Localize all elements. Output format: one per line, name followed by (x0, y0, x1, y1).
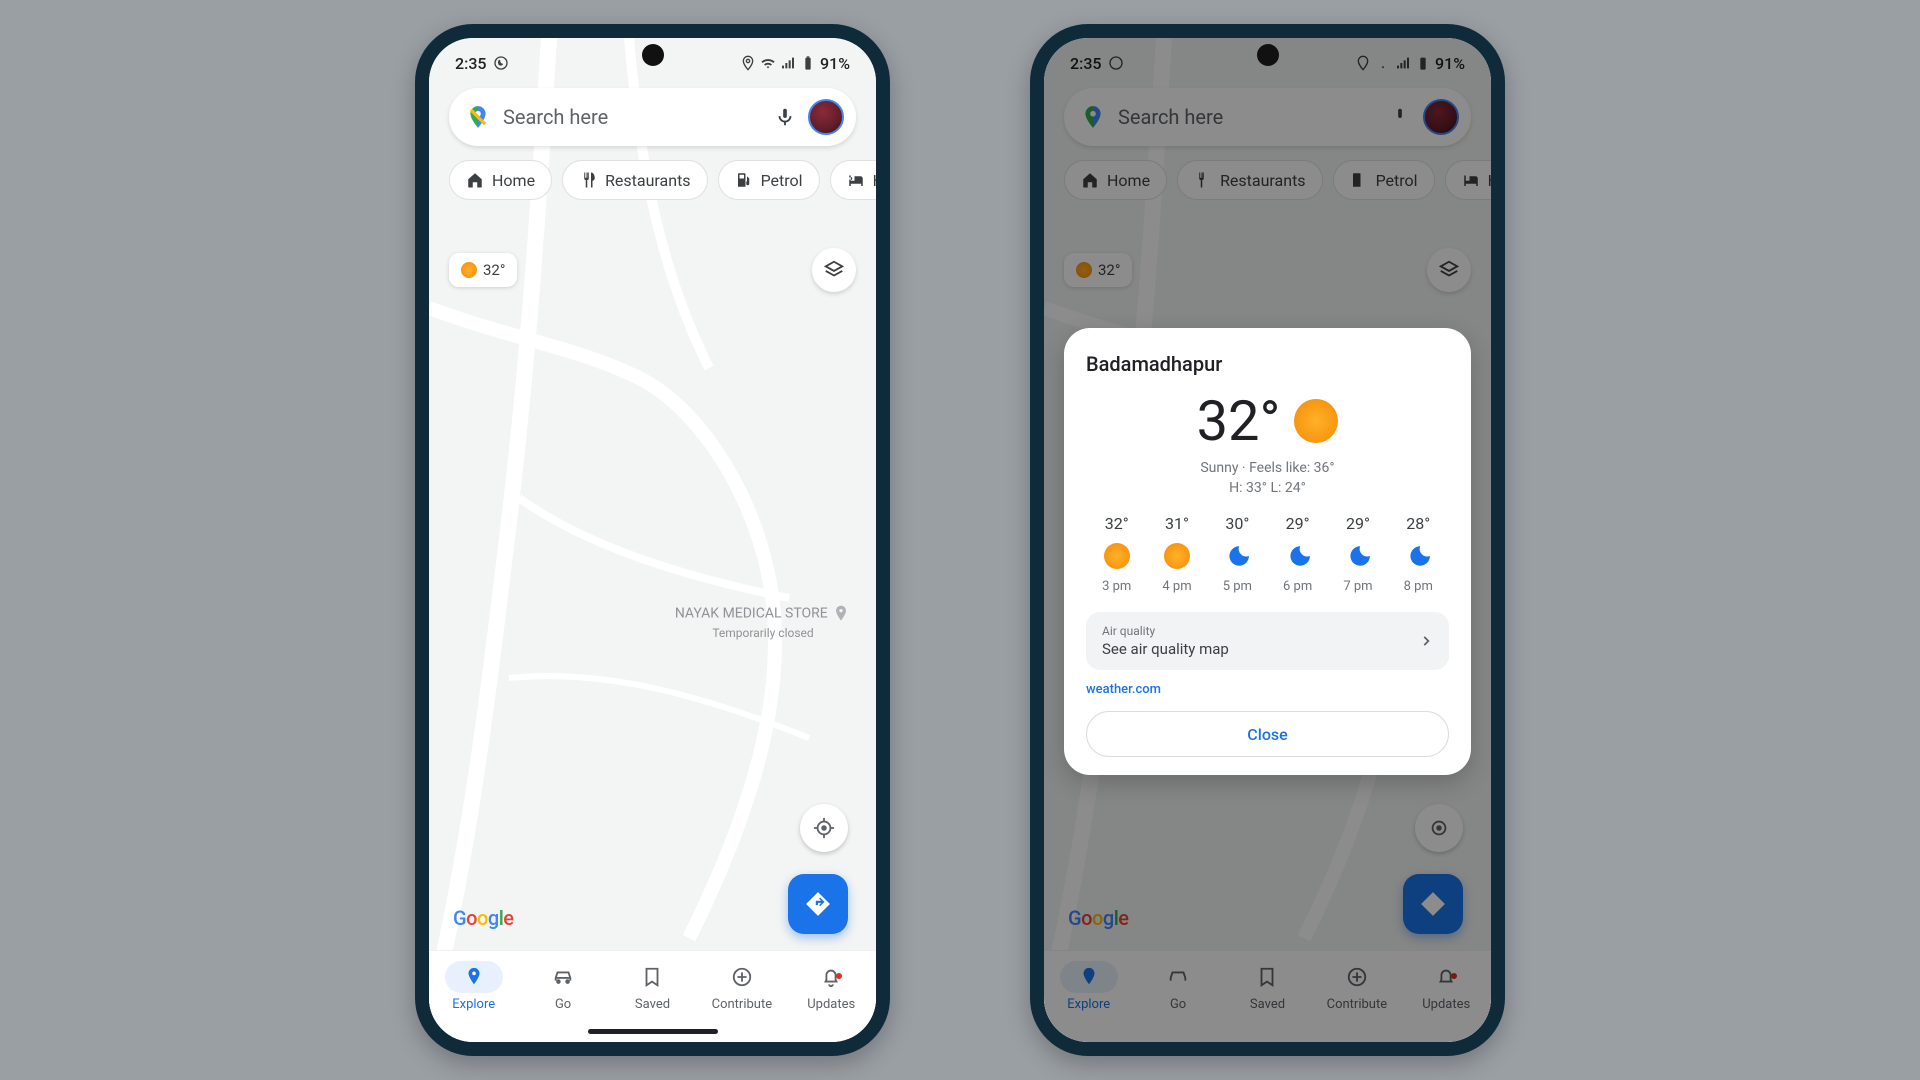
search-bar[interactable]: Search here (449, 88, 856, 146)
google-attribution-logo: Google (453, 906, 514, 930)
bookmark-icon (641, 966, 663, 988)
nav-go-label: Go (555, 997, 571, 1012)
status-time: 2:35 (455, 54, 487, 73)
car-icon (552, 966, 574, 988)
front-camera (642, 44, 664, 66)
front-camera (1257, 44, 1279, 66)
weather-now: 32° (1086, 388, 1449, 454)
hour-forecast: 30°5 pm (1209, 514, 1266, 594)
chip-hotels[interactable]: Hotels (830, 160, 876, 200)
my-location-button[interactable] (800, 804, 848, 852)
signal-icon (780, 55, 796, 71)
gesture-bar (588, 1029, 718, 1034)
phone-right: 2:35 91% Search here Home Restaurants Pe… (1030, 24, 1505, 1056)
nav-go[interactable]: Go (518, 961, 607, 1012)
sun-icon (1104, 543, 1130, 569)
location-icon (740, 55, 756, 71)
air-quality-row[interactable]: Air quality See air quality map (1086, 612, 1449, 670)
whatsapp-icon (493, 55, 509, 71)
status-battery: 91% (820, 54, 850, 73)
hour-forecast: 31°4 pm (1148, 514, 1205, 594)
chip-restaurants[interactable]: Restaurants (562, 160, 708, 200)
weather-source-link[interactable]: weather.com (1086, 682, 1449, 697)
moon-icon (1224, 543, 1250, 569)
hour-forecast: 32°3 pm (1088, 514, 1145, 594)
microphone-icon[interactable] (774, 106, 796, 128)
close-button[interactable]: Close (1086, 711, 1449, 757)
poi-pin-icon (831, 604, 851, 624)
chip-restaurants-label: Restaurants (605, 171, 691, 190)
search-placeholder: Search here (503, 105, 774, 129)
directions-fab[interactable] (788, 874, 848, 934)
crosshair-icon (813, 817, 835, 839)
layers-button[interactable] (812, 248, 856, 292)
nav-updates[interactable]: Updates (787, 961, 876, 1012)
hour-forecast: 28°8 pm (1390, 514, 1447, 594)
chevron-right-icon (1419, 634, 1433, 648)
nav-contribute[interactable]: Contribute (697, 961, 786, 1012)
weather-condition: Sunny · Feels like: 36° (1086, 460, 1449, 476)
chip-home[interactable]: Home (449, 160, 552, 200)
weather-location: Badamadhapur (1086, 352, 1449, 376)
account-avatar[interactable] (808, 99, 844, 135)
plus-circle-icon (731, 966, 753, 988)
category-chip-row: Home Restaurants Petrol Hotels (429, 146, 876, 200)
weather-chip-temp: 32° (483, 261, 505, 279)
nav-updates-label: Updates (807, 997, 855, 1012)
chip-home-label: Home (492, 171, 535, 190)
hourly-forecast-row: 32°3 pm 31°4 pm 30°5 pm 29°6 pm 29°7 pm … (1086, 514, 1449, 594)
moon-icon (1285, 543, 1311, 569)
hour-forecast: 29°6 pm (1269, 514, 1326, 594)
poi-status: Temporarily closed (673, 626, 853, 641)
battery-icon (800, 55, 816, 71)
nav-contribute-label: Contribute (712, 997, 773, 1012)
nav-saved-label: Saved (635, 997, 670, 1012)
restaurant-icon (579, 171, 597, 189)
sun-icon (1294, 399, 1338, 443)
home-icon (466, 171, 484, 189)
petrol-icon (735, 171, 753, 189)
map-poi[interactable]: NAYAK MEDICAL STORE Temporarily closed (673, 604, 853, 641)
chip-petrol-label: Petrol (761, 171, 803, 190)
phone-left: 2:35 91% Search here (415, 24, 890, 1056)
wifi-icon (760, 55, 776, 71)
air-quality-action: See air quality map (1102, 640, 1229, 658)
google-maps-logo-icon (465, 104, 491, 130)
hotel-icon (847, 171, 865, 189)
sun-icon (461, 262, 477, 278)
nav-explore[interactable]: Explore (429, 961, 518, 1012)
weather-card: Badamadhapur 32° Sunny · Feels like: 36°… (1064, 328, 1471, 775)
nav-explore-label: Explore (452, 997, 495, 1012)
moon-icon (1405, 543, 1431, 569)
air-quality-label: Air quality (1102, 624, 1229, 638)
weather-temperature: 32° (1197, 388, 1281, 454)
hour-forecast: 29°7 pm (1329, 514, 1386, 594)
poi-name: NAYAK MEDICAL STORE (675, 606, 828, 622)
sun-icon (1164, 543, 1190, 569)
moon-icon (1345, 543, 1371, 569)
weather-chip[interactable]: 32° (449, 253, 517, 287)
pin-icon (463, 966, 485, 988)
chip-hotels-label: Hotels (873, 171, 876, 190)
nav-saved[interactable]: Saved (608, 961, 697, 1012)
chip-petrol[interactable]: Petrol (718, 160, 820, 200)
layers-icon (823, 259, 845, 281)
directions-icon (805, 891, 831, 917)
weather-high-low: H: 33° L: 24° (1086, 480, 1449, 496)
